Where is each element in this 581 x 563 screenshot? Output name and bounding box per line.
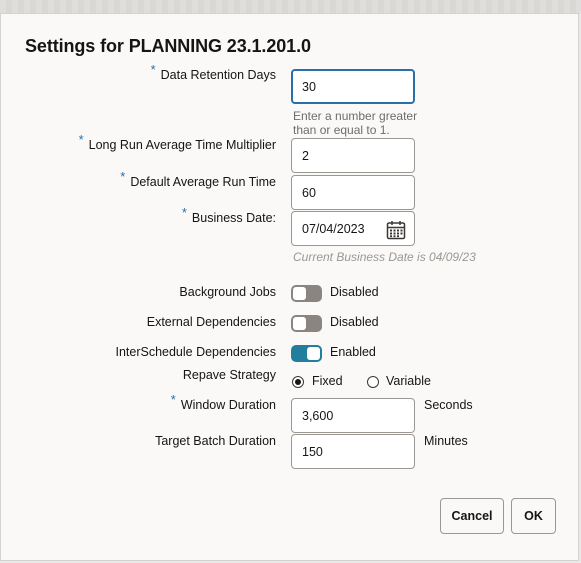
required-marker: * bbox=[181, 205, 187, 220]
switch-knob bbox=[293, 287, 306, 300]
business-date-hint: Current Business Date is 04/09/23 bbox=[293, 250, 476, 264]
switch-knob bbox=[307, 347, 320, 360]
ok-button[interactable]: OK bbox=[511, 498, 556, 534]
business-date-label: * Business Date: bbox=[181, 205, 276, 225]
switch-knob bbox=[293, 317, 306, 330]
window-duration-unit: Seconds bbox=[424, 398, 473, 412]
target-batch-duration-input[interactable] bbox=[291, 434, 415, 469]
default-avg-run-time-input[interactable] bbox=[291, 175, 415, 210]
repave-fixed-label[interactable]: Fixed bbox=[312, 374, 343, 388]
repave-variable-label[interactable]: Variable bbox=[386, 374, 431, 388]
external-dependencies-switch[interactable] bbox=[291, 315, 322, 332]
calendar-icon[interactable] bbox=[386, 220, 406, 240]
external-dependencies-state: Disabled bbox=[330, 315, 379, 329]
background-jobs-label: Background Jobs bbox=[179, 285, 276, 299]
required-marker: * bbox=[78, 132, 84, 147]
repave-fixed-radio[interactable] bbox=[292, 376, 304, 388]
repave-strategy-label: Repave Strategy bbox=[182, 368, 276, 382]
default-avg-run-time-label: * Default Average Run Time bbox=[120, 169, 276, 189]
cancel-button[interactable]: Cancel bbox=[440, 498, 504, 534]
repave-variable-radio[interactable] bbox=[367, 376, 379, 388]
settings-dialog: Settings for PLANNING 23.1.201.0 * Data R… bbox=[0, 13, 579, 561]
dialog-title: Settings for PLANNING 23.1.201.0 bbox=[25, 36, 311, 56]
window-duration-label: * Window Duration bbox=[170, 392, 276, 412]
data-retention-days-label: * Data Retention Days bbox=[150, 62, 276, 82]
data-retention-days-hint: Enter a number greater than or equal to … bbox=[293, 109, 418, 137]
background-jobs-state: Disabled bbox=[330, 285, 379, 299]
interschedule-dependencies-label: InterSchedule Dependencies bbox=[115, 345, 276, 359]
external-dependencies-label: External Dependencies bbox=[146, 315, 276, 329]
required-marker: * bbox=[120, 169, 126, 184]
target-batch-duration-unit: Minutes bbox=[424, 434, 468, 448]
target-batch-duration-label: Target Batch Duration bbox=[155, 434, 276, 448]
window-duration-input[interactable] bbox=[291, 398, 415, 433]
required-marker: * bbox=[150, 62, 156, 77]
required-marker: * bbox=[170, 392, 176, 407]
backdrop bbox=[0, 0, 581, 14]
interschedule-dependencies-state: Enabled bbox=[330, 345, 376, 359]
background-jobs-switch[interactable] bbox=[291, 285, 322, 302]
data-retention-days-input[interactable] bbox=[291, 69, 415, 104]
interschedule-dependencies-switch[interactable] bbox=[291, 345, 322, 362]
long-run-multiplier-label: * Long Run Average Time Multiplier bbox=[78, 132, 276, 152]
long-run-multiplier-input[interactable] bbox=[291, 138, 415, 173]
